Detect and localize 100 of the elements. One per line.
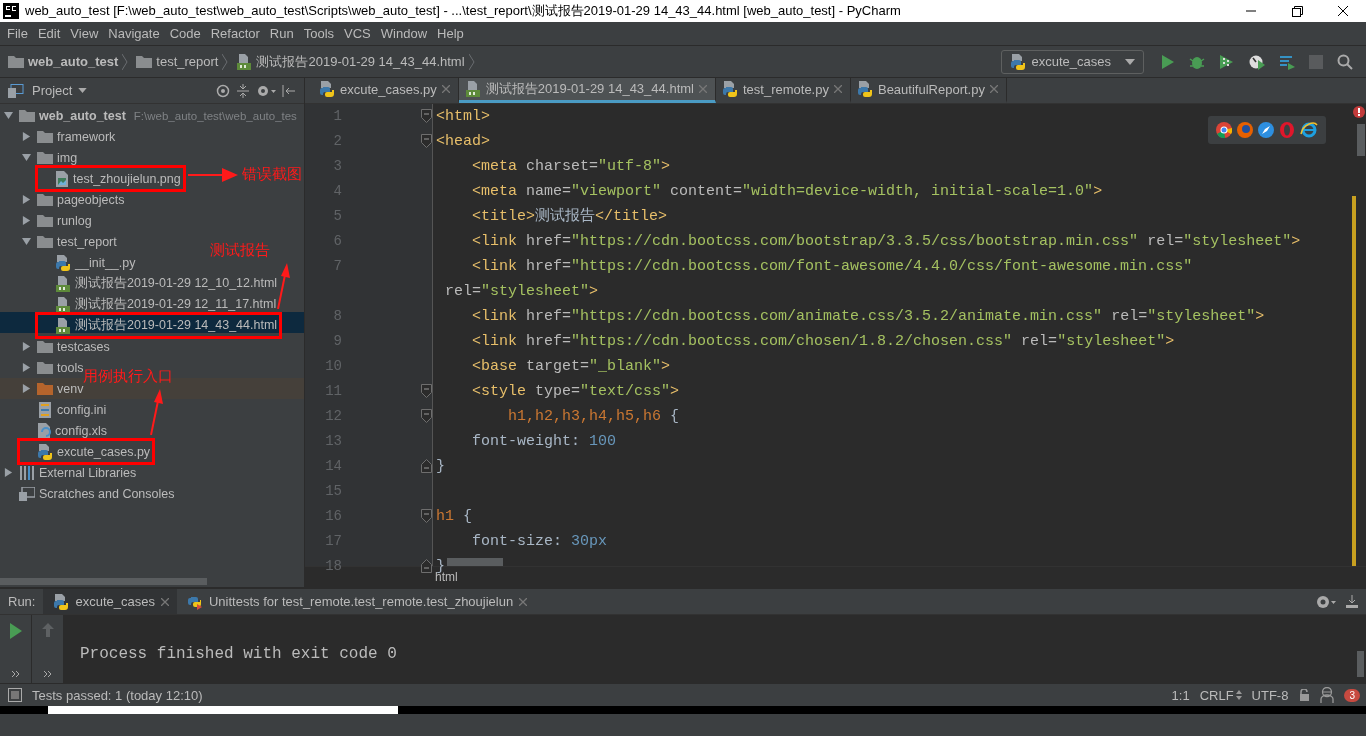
ie-icon[interactable]: [1300, 122, 1318, 138]
search-icon[interactable]: [1337, 53, 1353, 70]
inspector-icon[interactable]: [1320, 687, 1335, 703]
opera-icon[interactable]: [1279, 122, 1295, 138]
fold-marker-icon[interactable]: [421, 134, 432, 148]
run-configuration-dropdown[interactable]: excute_cases: [1000, 49, 1144, 74]
hide-panel-icon[interactable]: [282, 83, 296, 98]
tree-item-label: framework: [57, 129, 116, 144]
menu-item[interactable]: Edit: [32, 26, 66, 41]
compass-icon[interactable]: [1258, 122, 1274, 138]
cursor-position[interactable]: 1:1: [1171, 687, 1190, 703]
tree-row[interactable]: web_auto_test F:\web_auto_test\web_auto_tes: [4, 105, 297, 126]
run-list-icon[interactable]: [1279, 53, 1295, 70]
lock-icon[interactable]: [1298, 689, 1311, 701]
fold-end-icon[interactable]: [421, 459, 432, 473]
tree-row[interactable]: test_report: [22, 231, 117, 252]
close-icon[interactable]: [441, 85, 450, 93]
chevron-icon[interactable]: [11, 671, 20, 677]
collapse-all-icon[interactable]: [236, 83, 250, 98]
run-tab[interactable]: excute_cases: [43, 589, 177, 614]
error-icon[interactable]: [1353, 106, 1365, 118]
menu-item[interactable]: Refactor: [205, 26, 265, 41]
line-separator[interactable]: CRLF: [1199, 687, 1242, 703]
tree-row[interactable]: img: [22, 147, 78, 168]
scrollbar-thumb[interactable]: [1357, 651, 1364, 677]
settings-icon[interactable]: [1316, 593, 1336, 610]
chevron-icon[interactable]: [43, 671, 52, 677]
collapsed-arrow-icon[interactable]: [22, 384, 31, 393]
tree-item-label: tools: [57, 360, 84, 375]
close-icon[interactable]: [160, 597, 169, 606]
menu-item[interactable]: View: [65, 26, 104, 41]
tree-row[interactable]: 测试报告2019-01-29 14_43_44.html: [40, 315, 278, 336]
tree-row[interactable]: test_zhoujielun.png: [40, 168, 181, 189]
tree-row[interactable]: __init__.py: [40, 252, 136, 273]
close-icon[interactable]: [519, 597, 528, 606]
editor-tab[interactable]: test_remote.py: [715, 78, 851, 103]
firefox-icon[interactable]: [1237, 122, 1253, 138]
breadcrumb-item[interactable]: 测试报告2019-01-29 14_43_44.html: [236, 52, 465, 71]
expanded-arrow-icon[interactable]: [4, 111, 13, 120]
collapsed-arrow-icon[interactable]: [22, 132, 31, 141]
tree-row[interactable]: 测试报告2019-01-29 12_11_17.html: [40, 294, 277, 315]
editor-tab[interactable]: 测试报告2019-01-29 14_43_44.html: [458, 78, 716, 103]
run-tab[interactable]: Unittests for test_remote.test_remote.test_zhoujielun: [176, 589, 536, 614]
fold-marker-icon[interactable]: [421, 384, 432, 398]
collapsed-arrow-icon[interactable]: [22, 216, 31, 225]
notification-badge[interactable]: 3: [1344, 688, 1360, 702]
collapsed-arrow-icon[interactable]: [22, 195, 31, 204]
tree-row[interactable]: runlog: [22, 210, 92, 231]
caret-icon[interactable]: [78, 88, 88, 93]
expanded-arrow-icon[interactable]: [22, 237, 31, 246]
close-icon[interactable]: [833, 85, 842, 93]
tree-row[interactable]: tools: [22, 357, 84, 378]
collapsed-arrow-icon[interactable]: [4, 468, 13, 477]
file-encoding[interactable]: UTF-8: [1251, 687, 1289, 703]
tree-row[interactable]: pageobjects: [22, 189, 125, 210]
breadcrumb-item[interactable]: test_report: [136, 54, 219, 69]
expanded-arrow-icon[interactable]: [22, 153, 31, 162]
scrollbar-thumb[interactable]: [0, 577, 207, 585]
scrollbar-thumb[interactable]: [447, 558, 503, 566]
fold-marker-icon[interactable]: [421, 509, 432, 523]
caret-icon[interactable]: [1125, 58, 1135, 65]
tree-row[interactable]: excute_cases.py: [22, 441, 151, 462]
menu-item[interactable]: Tools: [298, 26, 340, 41]
project-view-icon: [8, 83, 24, 98]
tree-row[interactable]: External Libraries: [4, 462, 137, 483]
fold-marker-icon[interactable]: [421, 409, 432, 423]
run-icon[interactable]: [1161, 53, 1175, 70]
run-icon[interactable]: [9, 623, 22, 639]
editor-tab[interactable]: excute_cases.py: [313, 78, 459, 103]
panel-toggle-icon[interactable]: [8, 688, 22, 702]
tree-row[interactable]: config.xls: [22, 420, 108, 441]
fold-end-icon[interactable]: [421, 559, 432, 573]
tree-row[interactable]: 测试报告2019-01-29 12_10_12.html: [40, 273, 278, 294]
tree-row[interactable]: framework: [22, 126, 116, 147]
menu-item[interactable]: Help: [432, 26, 469, 41]
python-file-icon: [1009, 53, 1026, 70]
fold-marker-icon[interactable]: [421, 109, 432, 123]
download-icon[interactable]: [1346, 594, 1358, 609]
locate-icon[interactable]: [216, 83, 230, 98]
profiler-icon[interactable]: [1249, 53, 1265, 70]
coverage-icon[interactable]: [1219, 53, 1235, 70]
chrome-icon[interactable]: [1216, 122, 1232, 138]
editor-tab[interactable]: BeautifulReport.py: [850, 78, 1007, 103]
tree-row[interactable]: testcases: [22, 336, 110, 357]
menu-item[interactable]: Navigate: [103, 26, 165, 41]
breadcrumb-item[interactable]: web_auto_test: [8, 54, 119, 69]
panel-title[interactable]: Project: [32, 83, 73, 98]
close-icon[interactable]: [989, 85, 998, 93]
menu-item[interactable]: Code: [164, 26, 206, 41]
scrollbar-thumb[interactable]: [1357, 124, 1365, 156]
tree-row[interactable]: config.ini: [22, 399, 107, 420]
settings-icon[interactable]: [256, 83, 276, 98]
menu-item[interactable]: Window: [375, 26, 433, 41]
collapsed-arrow-icon[interactable]: [22, 342, 31, 351]
collapsed-arrow-icon[interactable]: [22, 363, 31, 372]
menu-item[interactable]: File: [2, 26, 33, 41]
tree-row[interactable]: Scratches and Consoles: [4, 483, 175, 504]
menu-item[interactable]: Run: [264, 26, 299, 41]
tree-row[interactable]: venv: [22, 378, 84, 399]
menu-item[interactable]: VCS: [339, 26, 376, 41]
